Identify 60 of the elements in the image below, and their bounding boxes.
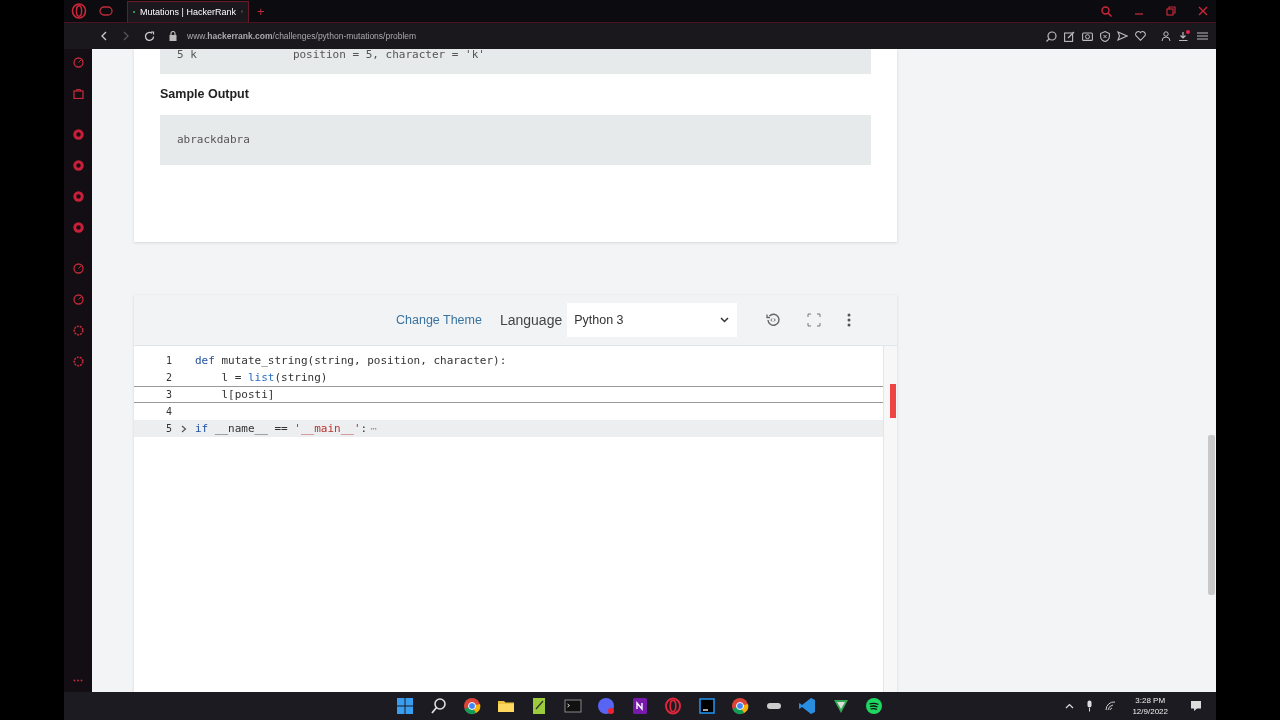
change-theme-link[interactable]: Change Theme <box>396 313 482 327</box>
language-dropdown[interactable]: Python 3 <box>567 303 738 337</box>
address-field[interactable]: www.hackerrank.com/challenges/python-mutations/problem <box>187 31 417 41</box>
microphone-icon[interactable] <box>1086 700 1094 712</box>
reload-icon[interactable] <box>144 30 155 42</box>
shield-icon[interactable] <box>1100 30 1110 42</box>
gamepad-icon[interactable] <box>99 6 113 16</box>
speed-icon[interactable] <box>72 57 84 68</box>
vscode-icon[interactable] <box>798 697 816 715</box>
code-line: l[posti] <box>220 388 275 401</box>
opera-icon[interactable] <box>664 697 682 715</box>
wifi-icon[interactable] <box>1105 701 1117 711</box>
user-icon[interactable] <box>1161 31 1171 41</box>
code-text: position = 5, character = 'k' <box>292 49 485 61</box>
error-marker <box>890 384 896 418</box>
onenote-icon[interactable] <box>630 697 649 715</box>
settings-icon[interactable] <box>1197 31 1208 41</box>
tab-title: Mutations | HackerRank <box>140 6 236 17</box>
code-text: abrackdabra <box>177 134 250 146</box>
line-number: 4 <box>164 406 172 417</box>
download-icon[interactable] <box>1178 30 1190 42</box>
chrome-icon[interactable] <box>731 697 749 715</box>
line-number: 3 <box>164 389 172 400</box>
code-text: 5 k <box>177 49 197 61</box>
line-number: 2 <box>164 372 172 383</box>
win-icon[interactable] <box>396 697 414 715</box>
notifications-icon[interactable] <box>1190 700 1202 712</box>
forward-icon[interactable] <box>122 31 130 41</box>
history-icon[interactable] <box>765 312 782 328</box>
search-icon[interactable] <box>429 697 448 715</box>
more-icon[interactable] <box>73 679 83 682</box>
heart-icon[interactable] <box>1135 31 1146 41</box>
chevron-up-icon[interactable] <box>1065 703 1075 709</box>
chrome-icon[interactable] <box>463 697 481 715</box>
code-line: if __name__ == '__main__': ⋯ <box>195 422 377 435</box>
chevron-down-icon <box>720 317 730 323</box>
opera-logo-icon[interactable] <box>71 3 87 19</box>
more-options-icon[interactable] <box>847 313 852 327</box>
close-icon[interactable] <box>1198 6 1208 16</box>
camera-icon[interactable] <box>1082 31 1093 41</box>
chevron-right-icon[interactable] <box>180 424 187 433</box>
code-line: def mutate_string(string, position, character): <box>195 354 507 367</box>
language-label: Language <box>499 312 563 328</box>
terminal-icon[interactable] <box>563 697 582 715</box>
restore-icon[interactable] <box>1166 6 1176 16</box>
notepad-icon[interactable] <box>530 697 548 715</box>
send-icon[interactable] <box>1117 31 1128 41</box>
clock[interactable]: 3:28 PM 12/9/2022 <box>1132 695 1168 717</box>
scrollbar-thumb[interactable] <box>1207 435 1215 595</box>
bag-icon[interactable] <box>72 88 84 99</box>
line-number: 1 <box>164 355 172 366</box>
zoom-icon[interactable] <box>1046 30 1057 42</box>
spotify-icon[interactable] <box>865 697 883 715</box>
back-icon[interactable] <box>100 31 108 41</box>
code-line: l = list(string) <box>220 371 328 384</box>
lock-icon <box>169 31 177 41</box>
line-number: 5 <box>164 423 172 434</box>
section-heading: Sample Output <box>160 86 250 103</box>
browser-tab[interactable]: Mutations | HackerRank <box>127 0 249 22</box>
edit-icon[interactable] <box>1064 30 1075 42</box>
